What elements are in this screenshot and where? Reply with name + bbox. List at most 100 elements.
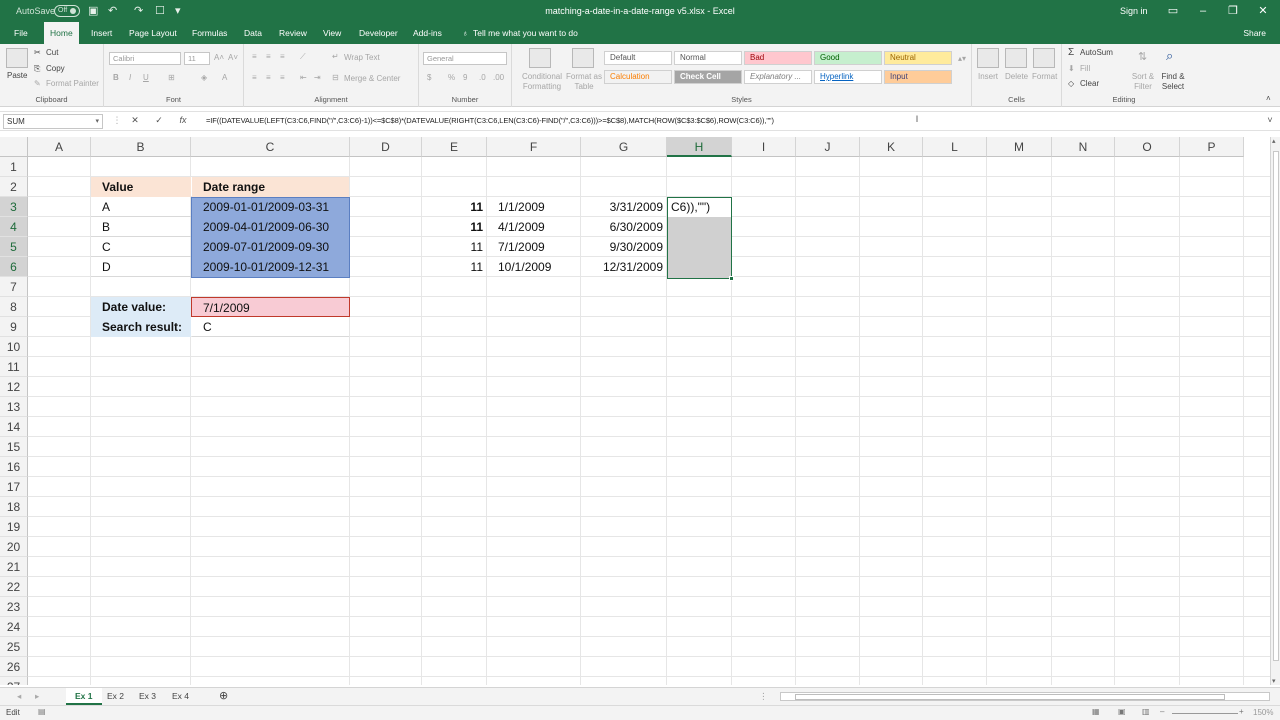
options-icon[interactable]: ⋮ — [110, 115, 124, 126]
column-header-d[interactable]: D — [350, 137, 422, 157]
zoom-level[interactable]: 150% — [1253, 708, 1273, 717]
increase-indent-icon[interactable]: ⇥ — [314, 73, 321, 82]
row-header-10[interactable]: 10 — [0, 337, 28, 357]
row-header-16[interactable]: 16 — [0, 457, 28, 477]
style-check-cell[interactable]: Check Cell — [674, 70, 742, 84]
normal-view-icon[interactable]: ▦ — [1092, 707, 1100, 716]
row-header-11[interactable]: 11 — [0, 357, 28, 377]
helper-f-cell[interactable]: 4/1/2009 — [487, 217, 581, 237]
tab-insert[interactable]: Insert — [85, 22, 118, 44]
date-range-cell[interactable]: 2009-10-01/2009-12-31 — [192, 257, 349, 277]
signin-link[interactable]: Sign in — [1120, 0, 1148, 22]
underline-icon[interactable]: U — [143, 73, 149, 82]
clear-button[interactable]: Clear — [1080, 79, 1099, 88]
value-cell[interactable]: B — [91, 217, 191, 237]
row-header-18[interactable]: 18 — [0, 497, 28, 517]
column-header-p[interactable]: P — [1180, 137, 1244, 157]
conditional-formatting-icon[interactable] — [529, 48, 551, 68]
insert-cells-button[interactable]: Insert — [978, 72, 998, 81]
ribbon-display-icon[interactable]: ▭ — [1158, 0, 1188, 22]
align-left-icon[interactable]: ≡ — [252, 73, 257, 82]
value-cell[interactable]: A — [91, 197, 191, 217]
select-all-corner[interactable] — [0, 137, 28, 157]
row-header-19[interactable]: 19 — [0, 517, 28, 537]
wrap-text-button[interactable]: Wrap Text — [344, 53, 380, 62]
helper-e-cell[interactable]: 11 — [422, 257, 487, 277]
style-bad[interactable]: Bad — [744, 51, 812, 65]
wrap-text-icon[interactable]: ↵ — [332, 52, 339, 61]
row-header-15[interactable]: 15 — [0, 437, 28, 457]
tab-add-ins[interactable]: Add-ins — [407, 22, 448, 44]
row-header-12[interactable]: 12 — [0, 377, 28, 397]
column-header-n[interactable]: N — [1052, 137, 1115, 157]
conditional-formatting-button[interactable]: Conditional Formatting — [517, 72, 567, 92]
active-edit-cell[interactable]: C6)),"") — [668, 198, 731, 217]
date-range-cell[interactable]: 2009-01-01/2009-03-31 — [192, 197, 349, 217]
comma-icon[interactable]: 9 — [463, 73, 467, 82]
row-header-24[interactable]: 24 — [0, 617, 28, 637]
merge-center-button[interactable]: Merge & Center — [344, 74, 400, 83]
macro-record-icon[interactable]: ▤ — [38, 707, 46, 716]
row-header-7[interactable]: 7 — [0, 277, 28, 297]
column-header-g[interactable]: G — [581, 137, 667, 157]
percent-icon[interactable]: % — [448, 73, 455, 82]
style-good[interactable]: Good — [814, 51, 882, 65]
value-cell[interactable]: C — [91, 237, 191, 257]
style-calculation[interactable]: Calculation — [604, 70, 672, 84]
zoom-slider[interactable] — [1172, 713, 1238, 714]
fill-icon[interactable]: ⬇ — [1068, 64, 1075, 73]
value-header[interactable]: Value — [91, 177, 191, 197]
vertical-scrollbar[interactable]: ▴ ▾ — [1270, 137, 1280, 685]
search-result-label[interactable]: Search result: — [91, 317, 191, 337]
increase-decimal-icon[interactable]: .0 — [479, 73, 486, 82]
sort-filter-icon[interactable]: ⇅ — [1138, 50, 1147, 63]
page-layout-view-icon[interactable]: ▣ — [1118, 707, 1126, 716]
sheet-tab-ex3[interactable]: Ex 3 — [130, 688, 165, 705]
row-header-25[interactable]: 25 — [0, 637, 28, 657]
column-header-b[interactable]: B — [91, 137, 191, 157]
collapse-ribbon-icon[interactable]: ˄ — [1266, 94, 1271, 103]
styles-scroll-icon[interactable]: ▴▾ — [958, 54, 966, 63]
column-header-o[interactable]: O — [1115, 137, 1180, 157]
format-cells-icon[interactable] — [1033, 48, 1055, 68]
autosum-button[interactable]: AutoSum — [1080, 48, 1113, 57]
middle-align-icon[interactable]: ≡ — [266, 52, 271, 61]
style-default[interactable]: Default — [604, 51, 672, 65]
row-header-13[interactable]: 13 — [0, 397, 28, 417]
helper-f-cell[interactable]: 1/1/2009 — [487, 197, 581, 217]
shrink-font-icon[interactable]: A˅ — [228, 53, 238, 62]
spreadsheet-grid[interactable]: ABCDEFGHIJKLMNOP 1 2 3 4 5 6 7 8 9 10 11 12 13 14 15 16… — [0, 137, 1270, 685]
column-header-f[interactable]: F — [487, 137, 581, 157]
number-format-select[interactable]: General — [423, 52, 507, 65]
row-header-23[interactable]: 23 — [0, 597, 28, 617]
tab-file[interactable]: File — [8, 22, 34, 44]
bottom-align-icon[interactable]: ≡ — [280, 52, 285, 61]
value-cell[interactable]: D — [91, 257, 191, 277]
delete-cells-button[interactable]: Delete — [1005, 72, 1028, 81]
orientation-icon[interactable]: ⟋ — [300, 52, 306, 62]
clear-icon[interactable]: ◇ — [1068, 79, 1074, 88]
column-header-m[interactable]: M — [987, 137, 1052, 157]
italic-icon[interactable]: I — [129, 73, 131, 82]
formula-input[interactable]: =IF((DATEVALUE(LEFT(C3:C6,FIND("/",C3:C6… — [206, 116, 774, 125]
format-painter-icon[interactable]: ✎ — [34, 79, 41, 88]
share-button[interactable]: Share — [1237, 22, 1272, 44]
search-result-cell[interactable]: C — [192, 317, 349, 337]
row-header-9[interactable]: 9 — [0, 317, 28, 337]
tell-me-search[interactable]: Tell me what you want to do — [467, 22, 584, 44]
helper-e-cell[interactable]: 11 — [422, 217, 487, 237]
helper-g-cell[interactable]: 12/31/2009 — [581, 257, 667, 277]
format-as-table-icon[interactable] — [572, 48, 594, 68]
grow-font-icon[interactable]: A˄ — [214, 53, 224, 62]
tab-page-layout[interactable]: Page Layout — [123, 22, 183, 44]
sheet-tab-ex1[interactable]: Ex 1 — [66, 688, 102, 705]
find-icon[interactable]: ⌕ — [1166, 48, 1173, 64]
row-header-27[interactable]: 27 — [0, 677, 28, 685]
copy-button[interactable]: Copy — [46, 64, 65, 73]
zoom-in-icon[interactable]: + — [1239, 707, 1244, 716]
paste-icon[interactable] — [6, 48, 28, 68]
name-box[interactable]: SUM ▾ — [3, 114, 103, 129]
enter-icon[interactable]: ✓ — [152, 115, 166, 126]
helper-g-cell[interactable]: 6/30/2009 — [581, 217, 667, 237]
helper-f-cell[interactable]: 10/1/2009 — [487, 257, 581, 277]
